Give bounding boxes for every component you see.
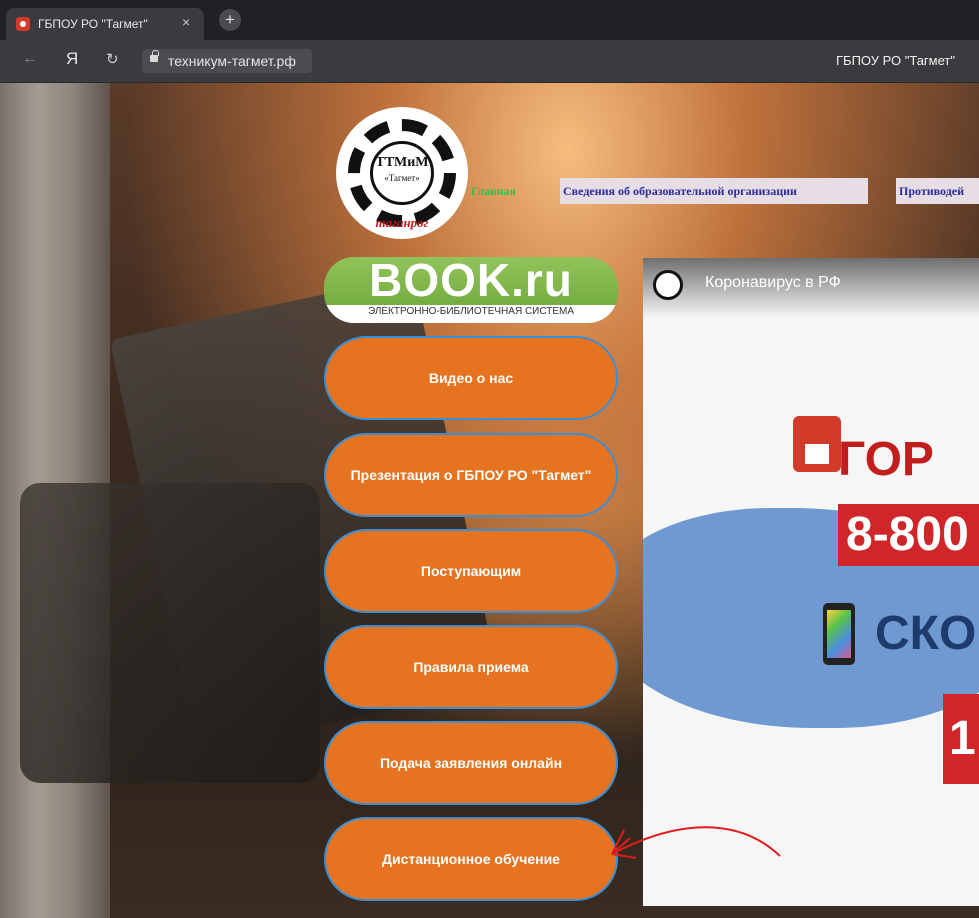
background-machine bbox=[20, 483, 320, 783]
telephone-icon bbox=[793, 416, 841, 472]
site-favicon-icon bbox=[16, 17, 30, 31]
yandex-icon[interactable]: Я bbox=[66, 49, 78, 69]
bookru-title: BOOK.ru bbox=[369, 257, 573, 306]
nav-home-link[interactable]: Главная bbox=[468, 178, 519, 204]
tab-title: ГБПОУ РО "Тагмет" bbox=[38, 17, 148, 31]
video-number-text: 1 bbox=[943, 694, 979, 784]
video-title[interactable]: Коронавирус в РФ bbox=[705, 274, 841, 292]
nav-anticorruption-link[interactable]: Противодей bbox=[896, 178, 979, 204]
bookru-subtitle: ЭЛЕКТРОННО-БИБЛИОТЕЧНАЯ СИСТЕМА bbox=[367, 306, 575, 317]
logo-city-text: таганрог bbox=[375, 215, 429, 230]
distance-learning-button[interactable]: Дистанционное обучение bbox=[324, 817, 618, 901]
bookru-banner[interactable]: BOOK.ru ЭЛЕКТРОННО-БИБЛИОТЕЧНАЯ СИСТЕМА bbox=[324, 257, 618, 323]
nav-info-link[interactable]: Сведения об образовательной организации bbox=[560, 178, 868, 204]
video-phone-number: 8-800 bbox=[838, 504, 979, 566]
logo-sub-text: «Тагмет» bbox=[384, 173, 420, 183]
close-tab-icon[interactable]: × bbox=[182, 14, 190, 30]
url-text[interactable]: техникум-тагмет.рф bbox=[168, 53, 296, 69]
mobile-phone-icon bbox=[823, 603, 855, 665]
page-viewport: ТТМиМ «Тагмет» таганрог Главная Сведения… bbox=[0, 83, 979, 918]
presentation-button[interactable]: Презентация о ГБПОУ РО "Тагмет" bbox=[324, 433, 618, 517]
video-about-us-button[interactable]: Видео о нас bbox=[324, 336, 618, 420]
video-header: Коронавирус в РФ bbox=[643, 258, 979, 318]
red-arrow-annotation bbox=[611, 826, 781, 859]
channel-logo-icon[interactable] bbox=[653, 270, 683, 300]
page-title: ГБПОУ РО "Тагмет" bbox=[836, 53, 955, 68]
video-hotline-text: ГОР bbox=[838, 433, 934, 486]
site-logo[interactable]: ТТМиМ «Тагмет» таганрог bbox=[336, 107, 468, 239]
back-arrow-icon[interactable]: ← bbox=[22, 50, 38, 68]
reload-icon[interactable]: ↻ bbox=[106, 50, 119, 68]
address-bar: ← Я ↻ техникум-тагмет.рф ГБПОУ РО "Тагме… bbox=[0, 40, 979, 83]
browser-tab-bar: ГБПОУ РО "Тагмет" × + bbox=[0, 0, 979, 40]
applicants-button[interactable]: Поступающим bbox=[324, 529, 618, 613]
admission-rules-button[interactable]: Правила приема bbox=[324, 625, 618, 709]
logo-main-text: ТТМиМ bbox=[375, 155, 429, 170]
video-ambulance-text: СКО bbox=[875, 607, 977, 660]
new-tab-button[interactable]: + bbox=[219, 9, 241, 31]
url-field[interactable]: техникум-тагмет.рф bbox=[142, 49, 312, 73]
browser-tab[interactable]: ГБПОУ РО "Тагмет" × bbox=[6, 8, 204, 40]
lock-icon[interactable] bbox=[150, 50, 159, 62]
online-application-button[interactable]: Подача заявления онлайн bbox=[324, 721, 618, 805]
